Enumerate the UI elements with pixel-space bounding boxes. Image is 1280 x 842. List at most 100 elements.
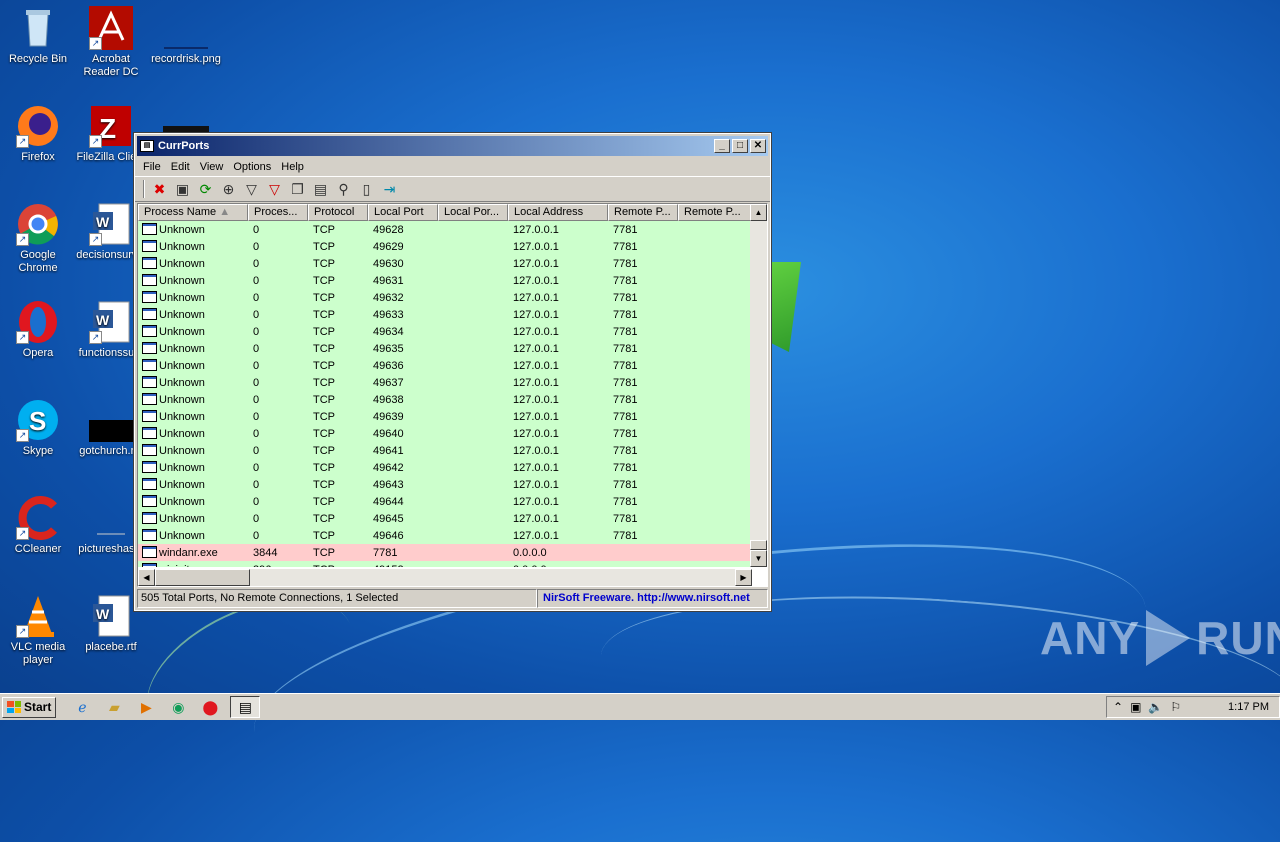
menu-options[interactable]: Options xyxy=(228,161,276,173)
title-bar[interactable]: ▤ CurrPorts _ □ ✕ xyxy=(137,136,768,156)
cell-remote-port: 7781 xyxy=(613,512,638,525)
opera-taskbar-icon[interactable]: ⬤ xyxy=(198,696,222,718)
save-icon[interactable]: ▣ xyxy=(172,179,193,200)
table-row[interactable]: Unknown 0 TCP 49646 127.0.0.1 7781 xyxy=(138,527,752,544)
properties-icon[interactable]: ⊕ xyxy=(218,179,239,200)
column-protocol[interactable]: Protocol xyxy=(308,204,368,221)
column-remote-port-name[interactable]: Remote P... xyxy=(678,204,752,221)
cell-local-address: 127.0.0.1 xyxy=(513,410,559,423)
desktop-icon-acrobat[interactable]: ↗ Acrobat Reader DC xyxy=(73,6,149,79)
opera-icon: ↗ xyxy=(16,300,60,344)
table-row[interactable]: Unknown 0 TCP 49633 127.0.0.1 7781 xyxy=(138,306,752,323)
clock[interactable]: 1:17 PM xyxy=(1228,701,1269,713)
network-icon[interactable]: ▣ xyxy=(1130,700,1141,714)
table-row[interactable]: Unknown 0 TCP 49630 127.0.0.1 7781 xyxy=(138,255,752,272)
table-row[interactable]: Unknown 0 TCP 49628 127.0.0.1 7781 xyxy=(138,221,752,238)
vertical-scroll-thumb[interactable] xyxy=(750,540,767,550)
desktop-icon-recordrisk[interactable]: recordrisk.png xyxy=(148,6,224,66)
maximize-button[interactable]: □ xyxy=(732,139,748,153)
ie-taskbar-icon[interactable]: ℯ xyxy=(70,696,94,718)
desktop-icon-opera[interactable]: ↗ Opera xyxy=(0,300,76,360)
html-report-icon[interactable]: ▯ xyxy=(356,179,377,200)
table-row[interactable]: Unknown 0 TCP 49640 127.0.0.1 7781 xyxy=(138,425,752,442)
media-player-taskbar-icon[interactable]: ▶ xyxy=(134,696,158,718)
currports-window[interactable]: ▤ CurrPorts _ □ ✕ File Edit View Options… xyxy=(133,132,772,612)
cell-remote-port: 7781 xyxy=(613,359,638,372)
cell-local-port: 49645 xyxy=(373,512,404,525)
process-window-icon xyxy=(142,325,157,337)
filter-icon[interactable]: ▽ xyxy=(241,179,262,200)
menu-edit[interactable]: Edit xyxy=(166,161,195,173)
cell-remote-port: 7781 xyxy=(613,308,638,321)
column-local-port[interactable]: Local Port xyxy=(368,204,438,221)
refresh-icon[interactable]: ⟳ xyxy=(195,179,216,200)
table-row[interactable]: wininit.exe396TCP49152 0.0.0.0 xyxy=(138,561,752,567)
table-row[interactable]: Unknown 0 TCP 49636 127.0.0.1 7781 xyxy=(138,357,752,374)
status-summary: 505 Total Ports, No Remote Connections, … xyxy=(137,589,537,608)
report-icon[interactable]: ▤ xyxy=(310,179,331,200)
table-row[interactable]: Unknown 0 TCP 49634 127.0.0.1 7781 xyxy=(138,323,752,340)
currports-taskbar-button[interactable]: ▤ xyxy=(230,696,261,718)
horizontal-scroll-thumb[interactable] xyxy=(155,569,250,586)
copy-icon[interactable]: ❐ xyxy=(287,179,308,200)
table-row[interactable]: Unknown 0 TCP 49638 127.0.0.1 7781 xyxy=(138,391,752,408)
column-process-id[interactable]: Proces... xyxy=(248,204,308,221)
tray-expand-icon[interactable]: ⌃ xyxy=(1113,700,1123,714)
chrome-taskbar-icon[interactable]: ◉ xyxy=(166,696,190,718)
horizontal-scrollbar[interactable]: ◀ ▶ xyxy=(138,569,752,586)
cell-process-id: 0 xyxy=(253,274,260,287)
start-button[interactable]: Start xyxy=(2,696,57,718)
table-row[interactable]: Unknown 0 TCP 49639 127.0.0.1 7781 xyxy=(138,408,752,425)
find-icon[interactable]: ⚲ xyxy=(333,179,354,200)
toolbar-separator xyxy=(143,180,145,198)
table-row[interactable]: Unknown 0 TCP 49629 127.0.0.1 7781 xyxy=(138,238,752,255)
action-center-flag-icon[interactable]: ⚐ xyxy=(1170,700,1181,714)
cell-remote-port: 7781 xyxy=(613,461,638,474)
cell-protocol: TCP xyxy=(308,564,368,568)
desktop-icon-ccleaner[interactable]: ↗ CCleaner xyxy=(0,496,76,556)
column-local-port-name[interactable]: Local Por... xyxy=(438,204,508,221)
cell-process-name: Unknown xyxy=(138,223,248,236)
desktop-icon-firefox[interactable]: ↗ Firefox xyxy=(0,104,76,164)
cell-process-id: 0 xyxy=(253,495,260,508)
horizontal-scroll-track[interactable] xyxy=(250,569,735,586)
close-button[interactable]: ✕ xyxy=(750,139,766,153)
scroll-up-button[interactable]: ▲ xyxy=(750,204,767,221)
scroll-right-button[interactable]: ▶ xyxy=(735,569,752,586)
table-row[interactable]: Unknown 0 TCP 49637 127.0.0.1 7781 xyxy=(138,374,752,391)
exit-icon[interactable]: ⇥ xyxy=(379,179,400,200)
ports-list[interactable]: Process Name ▲ Proces... Protocol Local … xyxy=(137,203,768,587)
desktop-icon-skype[interactable]: S ↗ Skype xyxy=(0,398,76,458)
table-row[interactable]: Unknown 0 TCP 49635 127.0.0.1 7781 xyxy=(138,340,752,357)
table-row[interactable]: Unknown 0 TCP 49631 127.0.0.1 7781 xyxy=(138,272,752,289)
scroll-left-button[interactable]: ◀ xyxy=(138,569,155,586)
cell-protocol: TCP xyxy=(313,444,335,457)
menu-file[interactable]: File xyxy=(138,161,166,173)
table-row[interactable]: Unknown 0 TCP 49644 127.0.0.1 7781 xyxy=(138,493,752,510)
column-local-address[interactable]: Local Address xyxy=(508,204,608,221)
nirsoft-link[interactable]: NirSoft Freeware. http://www.nirsoft.net xyxy=(537,589,768,608)
status-bar: 505 Total Ports, No Remote Connections, … xyxy=(137,589,768,608)
column-remote-port[interactable]: Remote P... xyxy=(608,204,678,221)
scroll-down-button[interactable]: ▼ xyxy=(750,550,767,567)
column-process-name[interactable]: Process Name ▲ xyxy=(138,204,248,221)
menu-help[interactable]: Help xyxy=(276,161,309,173)
desktop-icon-recycle-bin[interactable]: Recycle Bin xyxy=(0,6,76,66)
close-connection-icon[interactable]: ✖ xyxy=(149,179,170,200)
process-window-icon xyxy=(142,478,157,490)
desktop-icon-chrome[interactable]: ↗ Google Chrome xyxy=(0,202,76,275)
table-row[interactable]: Unknown 0 TCP 49641 127.0.0.1 7781 xyxy=(138,442,752,459)
table-row[interactable]: Unknown 0 TCP 49632 127.0.0.1 7781 xyxy=(138,289,752,306)
desktop-icon-vlc[interactable]: ↗ VLC media player xyxy=(0,594,76,667)
filter-remove-icon[interactable]: ▽ xyxy=(264,179,285,200)
volume-icon[interactable]: 🔈 xyxy=(1148,700,1163,714)
table-row[interactable]: Unknown 0 TCP 49643 127.0.0.1 7781 xyxy=(138,476,752,493)
menu-view[interactable]: View xyxy=(195,161,229,173)
table-row[interactable]: windanr.exe 3844 TCP 7781 0.0.0.0 xyxy=(138,544,752,561)
minimize-button[interactable]: _ xyxy=(714,139,730,153)
explorer-taskbar-icon[interactable]: ▰ xyxy=(102,696,126,718)
process-window-icon xyxy=(142,274,157,286)
vertical-scrollbar[interactable]: ▲ ▼ xyxy=(750,204,767,567)
table-row[interactable]: Unknown 0 TCP 49642 127.0.0.1 7781 xyxy=(138,459,752,476)
table-row[interactable]: Unknown 0 TCP 49645 127.0.0.1 7781 xyxy=(138,510,752,527)
